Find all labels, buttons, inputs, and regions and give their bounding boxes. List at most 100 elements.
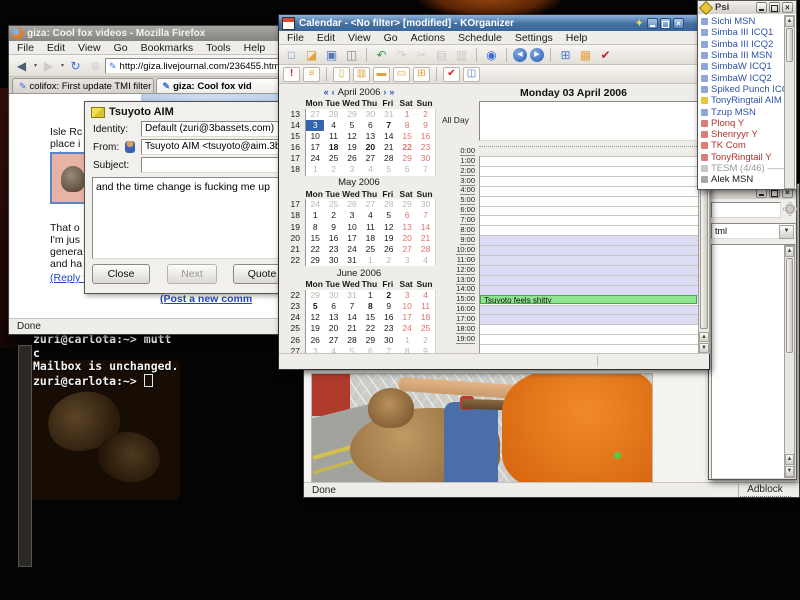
day-cell[interactable]: 18 <box>361 233 379 244</box>
day-cell[interactable]: 10 <box>343 222 361 233</box>
work-week-view-icon[interactable]: ▥ <box>353 67 370 82</box>
day-cell[interactable]: 15 <box>305 233 324 244</box>
day-cell[interactable]: 7 <box>416 164 435 175</box>
day-cell[interactable]: 7 <box>416 210 435 221</box>
day-cell[interactable]: 7 <box>343 301 361 312</box>
day-cell[interactable]: 4 <box>416 290 435 301</box>
menu-help[interactable]: Help <box>566 32 588 44</box>
day-cell[interactable]: 9 <box>380 301 398 312</box>
search-list-scrollbar[interactable]: ▲ ▲ ▼ <box>784 245 795 478</box>
day-cell[interactable]: 27 <box>305 109 324 120</box>
day-cell[interactable]: 3 <box>398 255 416 266</box>
day-cell[interactable]: 11 <box>416 301 435 312</box>
menu-tools[interactable]: Tools <box>206 42 231 54</box>
day-cell[interactable]: 26 <box>380 244 398 255</box>
menu-bookmarks[interactable]: Bookmarks <box>141 42 194 54</box>
compose-body[interactable]: and the time change is fucking me up <box>92 177 289 259</box>
day-cell[interactable]: 1 <box>398 109 416 120</box>
url-bar[interactable]: ✎ http://giza.livejournal.com/236455.htm <box>105 58 306 74</box>
menu-schedule[interactable]: Schedule <box>458 32 502 44</box>
todo-list-view-icon[interactable]: ✔ <box>443 67 460 82</box>
day-cell[interactable]: 31 <box>343 255 361 266</box>
maximize-icon[interactable] <box>769 2 780 13</box>
day-cell[interactable]: 19 <box>343 142 361 153</box>
roster-item[interactable]: TonyRingtail Y <box>701 152 784 163</box>
next-month-icon[interactable]: › <box>383 87 386 97</box>
open-icon[interactable]: ◪ <box>303 47 320 63</box>
day-cell[interactable]: 3 <box>305 120 324 131</box>
menu-view[interactable]: View <box>78 42 101 54</box>
day-cell[interactable]: 21 <box>416 233 435 244</box>
day-cell[interactable]: 28 <box>343 335 361 346</box>
redo-icon[interactable]: ↷ <box>393 47 410 63</box>
menu-edit[interactable]: Edit <box>317 32 335 44</box>
agenda-row[interactable] <box>480 166 699 176</box>
roster-item[interactable]: TonyRingtail AIM <box>701 95 784 106</box>
day-cell[interactable]: 20 <box>398 233 416 244</box>
agenda-row[interactable] <box>480 334 699 344</box>
cut-icon[interactable]: ✂ <box>413 47 430 63</box>
day-cell[interactable]: 24 <box>398 323 416 334</box>
day-cell[interactable]: 29 <box>343 109 361 120</box>
day-cell[interactable]: 31 <box>380 109 398 120</box>
back-icon[interactable]: ◀ <box>13 58 30 74</box>
next-year-icon[interactable]: » <box>389 87 394 97</box>
roster-item[interactable]: Spiked Punch ICQ1 <box>701 84 784 95</box>
day-cell[interactable]: 18 <box>324 142 342 153</box>
day-cell[interactable]: 16 <box>416 131 435 142</box>
day-cell[interactable]: 4 <box>361 210 379 221</box>
roster-item[interactable]: TESM (4/46) ——— <box>701 163 784 174</box>
roster-item[interactable]: TK Com <box>701 140 784 151</box>
day-cell[interactable]: 26 <box>305 335 324 346</box>
roster-item[interactable]: Plonq Y <box>701 118 784 129</box>
day-cell[interactable]: 28 <box>416 244 435 255</box>
day-cell[interactable]: 10 <box>305 131 324 142</box>
day-cell[interactable]: 24 <box>305 153 324 164</box>
day-cell[interactable]: 30 <box>324 255 342 266</box>
menu-help[interactable]: Help <box>244 42 266 54</box>
day-cell[interactable]: 5 <box>305 301 324 312</box>
ko-titlebar[interactable]: Calendar - <No filter> [modified] - KOrg… <box>279 15 709 31</box>
from-field[interactable]: Tsuyoto AIM <tsuyoto@aim.3bassets. <box>141 139 289 155</box>
day-cell[interactable]: 5 <box>380 210 398 221</box>
day-cell[interactable]: 25 <box>416 323 435 334</box>
stop-icon[interactable]: ⊗ <box>87 58 104 74</box>
day-cell[interactable]: 6 <box>361 120 379 131</box>
roster-item[interactable]: Simba III MSN <box>701 50 784 61</box>
journal-view-icon[interactable]: ! <box>283 67 300 82</box>
menu-edit[interactable]: Edit <box>47 42 65 54</box>
day-cell[interactable]: 7 <box>380 120 398 131</box>
go-back-icon[interactable]: ◀ <box>513 48 527 62</box>
scroll-down-icon[interactable]: ▼ <box>785 466 794 477</box>
minimize-icon[interactable] <box>647 18 658 29</box>
day-cell[interactable]: 9 <box>416 120 435 131</box>
agenda-row[interactable] <box>480 225 699 235</box>
calendar-event[interactable]: Tsuyoto feels shitty <box>480 295 697 305</box>
day-cell[interactable]: 20 <box>361 142 379 153</box>
day-cell[interactable]: 12 <box>380 222 398 233</box>
sticky-icon[interactable]: ✦ <box>635 18 643 29</box>
day-cell[interactable]: 22 <box>305 244 324 255</box>
scroll-up-icon[interactable]: ▲ <box>785 16 794 27</box>
day-cell[interactable]: 13 <box>398 222 416 233</box>
day-cell[interactable]: 12 <box>305 312 324 323</box>
adblock-button[interactable]: Adblock <box>738 484 791 497</box>
combo-dropdown-icon[interactable]: ▼ <box>779 225 794 239</box>
undo-icon[interactable]: ↶ <box>373 47 390 63</box>
day-cell[interactable]: 15 <box>398 131 416 142</box>
day-cell[interactable]: 27 <box>361 199 379 210</box>
next-days-view-icon[interactable]: ▭ <box>393 67 410 82</box>
day-cell[interactable]: 19 <box>380 233 398 244</box>
month-view-icon[interactable]: ⊞ <box>413 67 430 82</box>
day-cell[interactable]: 4 <box>416 255 435 266</box>
day-cell[interactable]: 24 <box>305 199 324 210</box>
save-icon[interactable]: ▣ <box>323 47 340 63</box>
menu-view[interactable]: View <box>348 32 371 44</box>
day-cell[interactable]: 11 <box>361 222 379 233</box>
day-cell[interactable]: 29 <box>398 153 416 164</box>
agenda-row[interactable] <box>480 235 699 245</box>
day-cell[interactable]: 19 <box>305 323 324 334</box>
day-cell[interactable]: 2 <box>324 210 342 221</box>
day-cell[interactable]: 29 <box>361 335 379 346</box>
day-cell[interactable]: 30 <box>416 199 435 210</box>
